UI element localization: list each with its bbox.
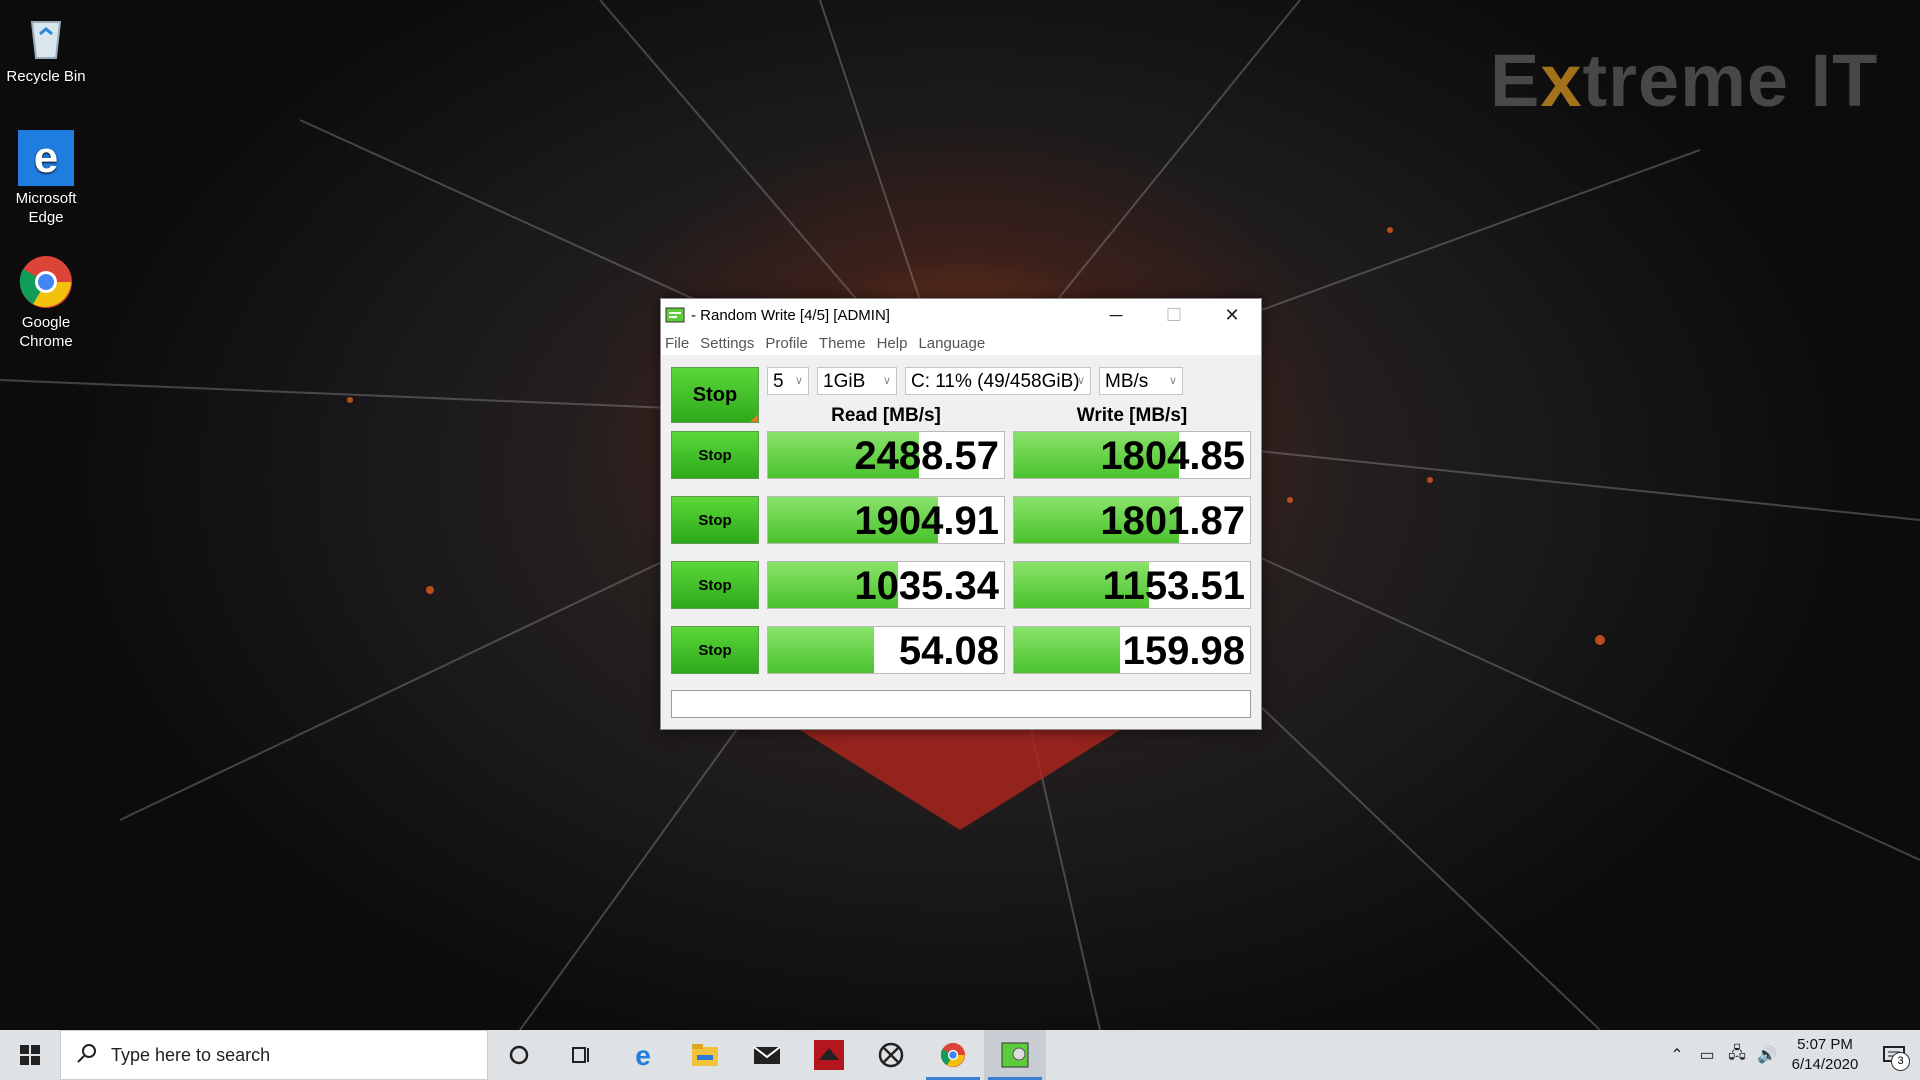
menu-help[interactable]: Help <box>877 335 908 352</box>
benchmark-window[interactable]: - Random Write [4/5] [ADMIN] ─ ☐ ✕ File … <box>660 298 1262 730</box>
crystaldiskmark-icon[interactable] <box>984 1030 1046 1080</box>
desktop-icon-recycle-bin[interactable]: Recycle Bin <box>1 8 91 86</box>
close-button[interactable]: ✕ <box>1203 299 1261 331</box>
recycle-bin-icon <box>18 8 74 64</box>
cortana-icon[interactable] <box>488 1030 550 1080</box>
clock[interactable]: 5:07 PM 6/14/2020 <box>1782 1035 1868 1075</box>
row-3-stop-button[interactable]: Stop <box>671 561 759 609</box>
start-button[interactable] <box>0 1030 60 1080</box>
clock-time: 5:07 PM <box>1797 1036 1853 1053</box>
chrome-icon <box>18 254 74 310</box>
search-box[interactable]: Type here to search <box>60 1030 488 1080</box>
chevron-down-icon: ∨ <box>1168 375 1177 387</box>
search-placeholder: Type here to search <box>111 1044 271 1065</box>
read-header: Read [MB/s] <box>831 405 941 426</box>
svg-text:e: e <box>34 133 58 182</box>
row-2-read-cell: 1904.91 <box>767 496 1005 544</box>
action-center-button[interactable]: 3 <box>1868 1030 1920 1080</box>
taskbar: Type here to search e ⌃ ▭ 🖧 🔊 5:07 PM 6/… <box>0 1030 1920 1080</box>
desktop-icon-label: Google Chrome <box>19 314 73 350</box>
desktop-icon-label: Microsoft Edge <box>15 190 77 226</box>
menu-bar: File Settings Profile Theme Help Languag… <box>661 331 1261 355</box>
row-2-write-cell: 1801.87 <box>1013 496 1251 544</box>
red-app-icon[interactable] <box>798 1030 860 1080</box>
row-3-write-cell: 1153.51 <box>1013 561 1251 609</box>
status-bar <box>671 690 1251 718</box>
count-select[interactable]: 5 ∨ <box>767 367 809 395</box>
read-value: 54.08 <box>898 629 999 673</box>
chrome-icon[interactable] <box>922 1030 984 1080</box>
read-value: 1035.34 <box>854 564 999 608</box>
size-select[interactable]: 1GiB ∨ <box>817 367 897 395</box>
clock-date: 6/14/2020 <box>1791 1056 1859 1073</box>
stop-all-button[interactable]: Stop <box>671 367 759 423</box>
windows-icon <box>20 1045 40 1065</box>
menu-file[interactable]: File <box>665 335 689 352</box>
menu-language[interactable]: Language <box>918 335 985 352</box>
row-1-write-cell: 1804.85 <box>1013 431 1251 479</box>
read-value: 1904.91 <box>854 499 999 543</box>
chevron-up-icon[interactable]: ⌃ <box>1662 1045 1692 1065</box>
unit-select[interactable]: MB/s ∨ <box>1099 367 1183 395</box>
window-title: - Random Write [4/5] [ADMIN] <box>691 306 890 324</box>
write-value: 1804.85 <box>1100 434 1245 478</box>
chevron-down-icon: ∨ <box>882 375 891 387</box>
chevron-down-icon: ∨ <box>1076 375 1085 387</box>
write-header: Write [MB/s] <box>1076 405 1188 426</box>
app-icon <box>665 307 685 323</box>
desktop-icon-edge[interactable]: e Microsoft Edge <box>1 130 91 227</box>
row-3-read-cell: 1035.34 <box>767 561 1005 609</box>
battery-icon[interactable]: ▭ <box>1692 1045 1722 1065</box>
desktop-icon-chrome[interactable]: Google Chrome <box>1 254 91 351</box>
edge-icon[interactable]: e <box>612 1030 674 1080</box>
progress-corner <box>750 414 758 422</box>
menu-profile[interactable]: Profile <box>765 335 808 352</box>
menu-theme[interactable]: Theme <box>819 335 866 352</box>
edge-icon: e <box>18 130 74 186</box>
write-value: 159.98 <box>1122 629 1245 673</box>
write-value: 1801.87 <box>1100 499 1245 543</box>
task-view-icon[interactable] <box>550 1030 612 1080</box>
row-4-read-cell: 54.08 <box>767 626 1005 674</box>
volume-icon[interactable]: 🔊 <box>1752 1045 1782 1065</box>
row-4-write-cell: 159.98 <box>1013 626 1251 674</box>
xbox-icon[interactable] <box>860 1030 922 1080</box>
row-2-stop-button[interactable]: Stop <box>671 496 759 544</box>
svg-text:e: e <box>635 1041 651 1069</box>
write-level-bar <box>1014 627 1121 673</box>
read-value: 2488.57 <box>854 434 999 478</box>
row-4-stop-button[interactable]: Stop <box>671 626 759 674</box>
chevron-down-icon: ∨ <box>794 375 803 387</box>
write-value: 1153.51 <box>1102 564 1245 608</box>
title-bar[interactable]: - Random Write [4/5] [ADMIN] ─ ☐ ✕ <box>661 299 1261 331</box>
minimize-button[interactable]: ─ <box>1087 299 1145 331</box>
mail-icon[interactable] <box>736 1030 798 1080</box>
search-icon <box>77 1043 97 1068</box>
row-1-stop-button[interactable]: Stop <box>671 431 759 479</box>
desktop-icon-label: Recycle Bin <box>6 68 86 85</box>
file-explorer-icon[interactable] <box>674 1030 736 1080</box>
maximize-button[interactable]: ☐ <box>1145 299 1203 331</box>
read-level-bar <box>768 627 875 673</box>
notification-count-badge: 3 <box>1891 1052 1910 1071</box>
menu-settings[interactable]: Settings <box>700 335 754 352</box>
network-icon[interactable]: 🖧 <box>1722 1042 1752 1069</box>
row-1-read-cell: 2488.57 <box>767 431 1005 479</box>
drive-select[interactable]: C: 11% (49/458GiB) ∨ <box>905 367 1091 395</box>
system-tray: ⌃ ▭ 🖧 🔊 5:07 PM 6/14/2020 3 <box>1662 1030 1920 1080</box>
watermark-logo: Extreme IT <box>1490 39 1879 122</box>
